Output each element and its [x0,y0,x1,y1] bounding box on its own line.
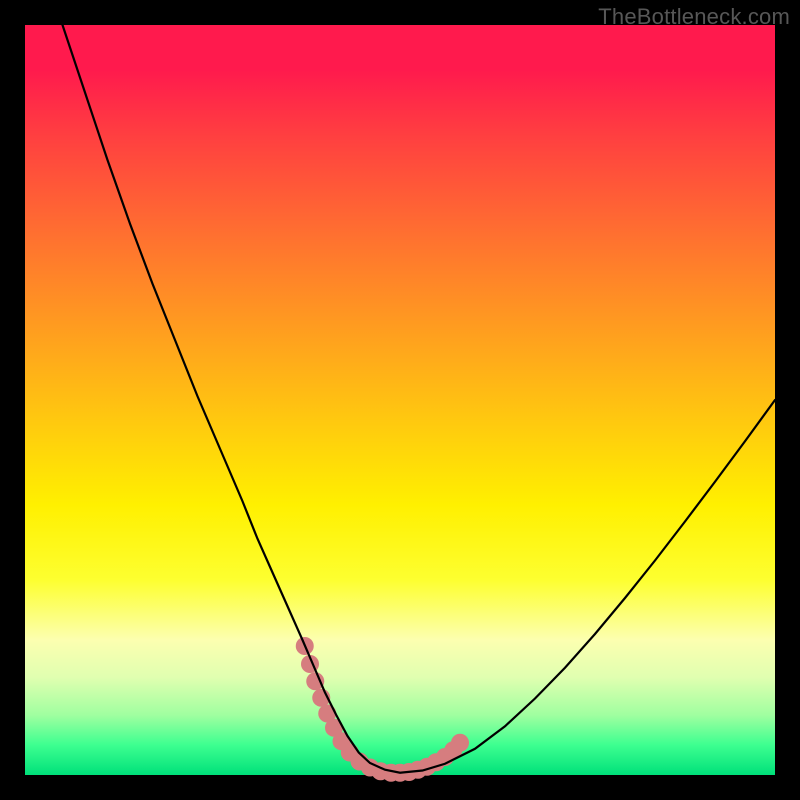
chart-svg [25,25,775,775]
highlight-dot [451,734,469,752]
highlight-dot [306,672,324,690]
plot-area [25,25,775,775]
bottleneck-curve [63,25,776,773]
highlight-dots [296,637,469,782]
watermark-text: TheBottleneck.com [598,4,790,30]
chart-frame: TheBottleneck.com [0,0,800,800]
